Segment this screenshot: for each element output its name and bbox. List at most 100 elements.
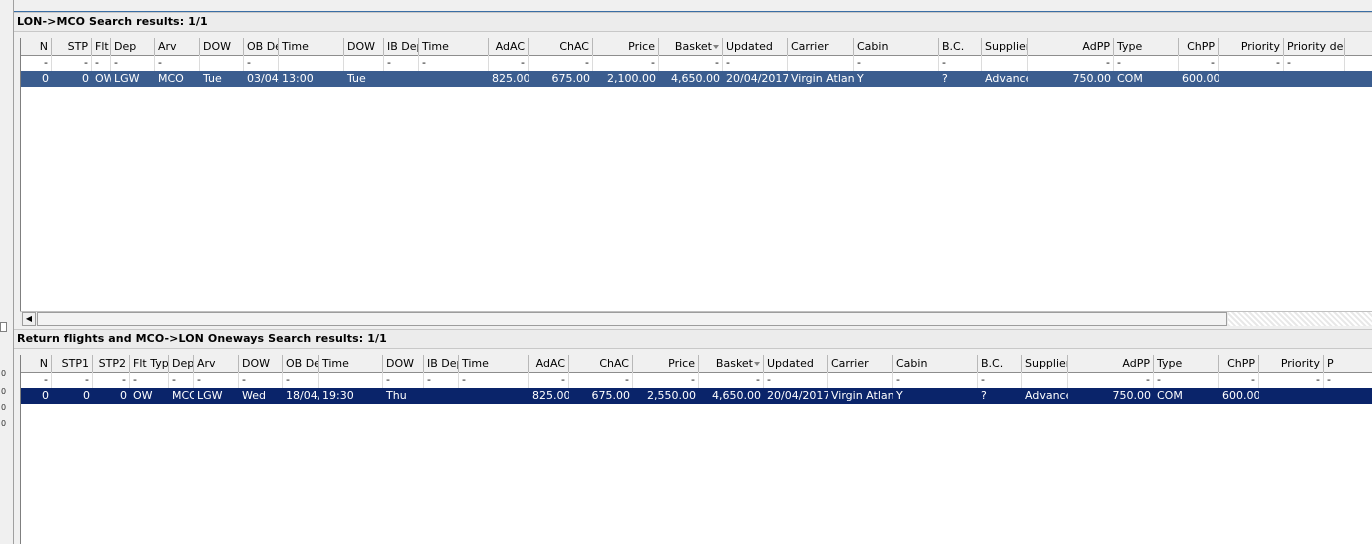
filter-cell[interactable] (319, 372, 383, 388)
column-header-priority[interactable]: Priority (1219, 38, 1284, 55)
filter-cell[interactable]: - (1219, 55, 1284, 71)
column-header-type[interactable]: Type (1114, 38, 1179, 55)
filter-cell[interactable]: - (92, 55, 111, 71)
filter-cell[interactable]: - (1179, 55, 1219, 71)
filter-row[interactable]: -------------------- (21, 55, 1372, 71)
filter-cell[interactable] (982, 55, 1028, 71)
filter-cell[interactable]: - (1219, 372, 1259, 388)
column-header-chpp[interactable]: ChPP (1219, 355, 1259, 372)
filter-cell[interactable]: - (155, 55, 200, 71)
filter-cell[interactable]: - (893, 372, 978, 388)
filter-cell[interactable]: - (111, 55, 155, 71)
column-header-ib-dep-date[interactable]: IB Dep Date (384, 38, 419, 55)
filter-cell[interactable]: - (169, 372, 194, 388)
column-header-ib-dep-date[interactable]: IB Dep Date (424, 355, 459, 372)
filter-cell[interactable] (788, 55, 854, 71)
filter-cell[interactable]: - (854, 55, 939, 71)
return-results-grid[interactable]: NSTP1STP2Flt TypeDepArvDOWOB Dep D...Tim… (20, 355, 1372, 544)
filter-cell[interactable]: - (21, 372, 52, 388)
filter-cell[interactable]: - (194, 372, 239, 388)
filter-cell[interactable]: - (1114, 55, 1179, 71)
column-header-chac[interactable]: ChAC (529, 38, 593, 55)
filter-cell[interactable]: - (1284, 55, 1345, 71)
table-row[interactable]: 0 0 OWLGW MCO Tue 03/04/201813:00 Tue 825.00 675… (21, 71, 1372, 87)
column-header-b-c[interactable]: B.C. (978, 355, 1022, 372)
filter-cell[interactable]: - (939, 55, 982, 71)
column-header-adpp[interactable]: AdPP (1028, 38, 1114, 55)
filter-cell[interactable]: - (424, 372, 459, 388)
column-header-adac[interactable]: AdAC (529, 355, 569, 372)
outbound-results-grid[interactable]: NSTPFlt TypeDepArvDOWOB Dep D...TimeDOWI… (20, 38, 1372, 311)
column-header-stp[interactable]: STP (52, 38, 92, 55)
filter-cell[interactable]: - (239, 372, 283, 388)
column-header-time[interactable]: Time (279, 38, 344, 55)
column-header-dow[interactable]: DOW (239, 355, 283, 372)
column-header-time[interactable]: Time (459, 355, 529, 372)
outbound-horizontal-scrollbar[interactable]: ◀ (20, 311, 1372, 326)
column-header-flt-type[interactable]: Flt Type (92, 38, 111, 55)
column-header-carrier[interactable]: Carrier (828, 355, 893, 372)
filter-cell[interactable] (828, 372, 893, 388)
filter-cell[interactable]: - (244, 55, 279, 71)
filter-cell[interactable] (1022, 372, 1068, 388)
filter-cell[interactable]: - (93, 372, 130, 388)
filter-cell[interactable]: - (764, 372, 828, 388)
column-header-ob-dep-d[interactable]: OB Dep D... (244, 38, 279, 55)
filter-cell[interactable]: - (1028, 55, 1114, 71)
column-header-n[interactable]: N (21, 38, 52, 55)
filter-row[interactable]: ----------------------- (21, 372, 1372, 388)
filter-cell[interactable]: - (1259, 372, 1324, 388)
column-header-updated[interactable]: Updated (723, 38, 788, 55)
filter-cell[interactable]: - (569, 372, 633, 388)
column-header-dow[interactable]: DOW (200, 38, 244, 55)
filter-cell[interactable]: - (723, 55, 788, 71)
scroll-track[interactable] (1228, 312, 1372, 326)
scroll-left-button[interactable]: ◀ (22, 312, 36, 326)
column-header-basket[interactable]: Basket (659, 38, 723, 55)
column-header-dep[interactable]: Dep (111, 38, 155, 55)
column-header-n[interactable]: N (21, 355, 52, 372)
column-header-carrier[interactable]: Carrier (788, 38, 854, 55)
filter-cell[interactable]: - (699, 372, 764, 388)
filter-cell[interactable]: - (459, 372, 529, 388)
filter-cell[interactable]: - (419, 55, 489, 71)
filter-cell[interactable]: - (383, 372, 424, 388)
column-header-dow[interactable]: DOW (383, 355, 424, 372)
column-header-time[interactable]: Time (319, 355, 383, 372)
filter-cell[interactable]: - (52, 55, 92, 71)
column-header-time[interactable]: Time (419, 38, 489, 55)
filter-cell[interactable]: - (21, 55, 52, 71)
column-header-supplier[interactable]: Supplier (982, 38, 1028, 55)
column-header-priority-de[interactable]: Priority de (1284, 38, 1345, 55)
filter-cell[interactable]: - (1068, 372, 1154, 388)
filter-cell[interactable]: - (529, 372, 569, 388)
column-header-chac[interactable]: ChAC (569, 355, 633, 372)
filter-cell[interactable] (344, 55, 384, 71)
column-header-cabin[interactable]: Cabin (893, 355, 978, 372)
filter-cell[interactable]: - (489, 55, 529, 71)
filter-cell[interactable]: - (283, 372, 319, 388)
column-header-chpp[interactable]: ChPP (1179, 38, 1219, 55)
filter-cell[interactable]: - (659, 55, 723, 71)
column-header-adpp[interactable]: AdPP (1068, 355, 1154, 372)
column-header-arv[interactable]: Arv (194, 355, 239, 372)
filter-cell[interactable] (200, 55, 244, 71)
column-header-b-c[interactable]: B.C. (939, 38, 982, 55)
filter-cell[interactable]: - (52, 372, 93, 388)
column-header-ob-dep-d[interactable]: OB Dep D... (283, 355, 319, 372)
column-header-stp2[interactable]: STP2 (93, 355, 130, 372)
table-row[interactable]: 0 0 0 OW MCOLGW Wed 18/04/201819:30 Thu 825.00 67… (21, 388, 1372, 404)
filter-cell[interactable]: - (529, 55, 593, 71)
column-header-priority[interactable]: Priority (1259, 355, 1324, 372)
collapsed-control[interactable] (0, 322, 7, 332)
filter-cell[interactable] (279, 55, 344, 71)
column-header-price[interactable]: Price (633, 355, 699, 372)
column-header-basket[interactable]: Basket (699, 355, 764, 372)
filter-cell[interactable]: - (130, 372, 169, 388)
filter-cell[interactable]: - (633, 372, 699, 388)
column-header-cabin[interactable]: Cabin (854, 38, 939, 55)
column-header-type[interactable]: Type (1154, 355, 1219, 372)
column-header-price[interactable]: Price (593, 38, 659, 55)
filter-cell[interactable]: - (978, 372, 1022, 388)
column-header-flt-type[interactable]: Flt Type (130, 355, 169, 372)
